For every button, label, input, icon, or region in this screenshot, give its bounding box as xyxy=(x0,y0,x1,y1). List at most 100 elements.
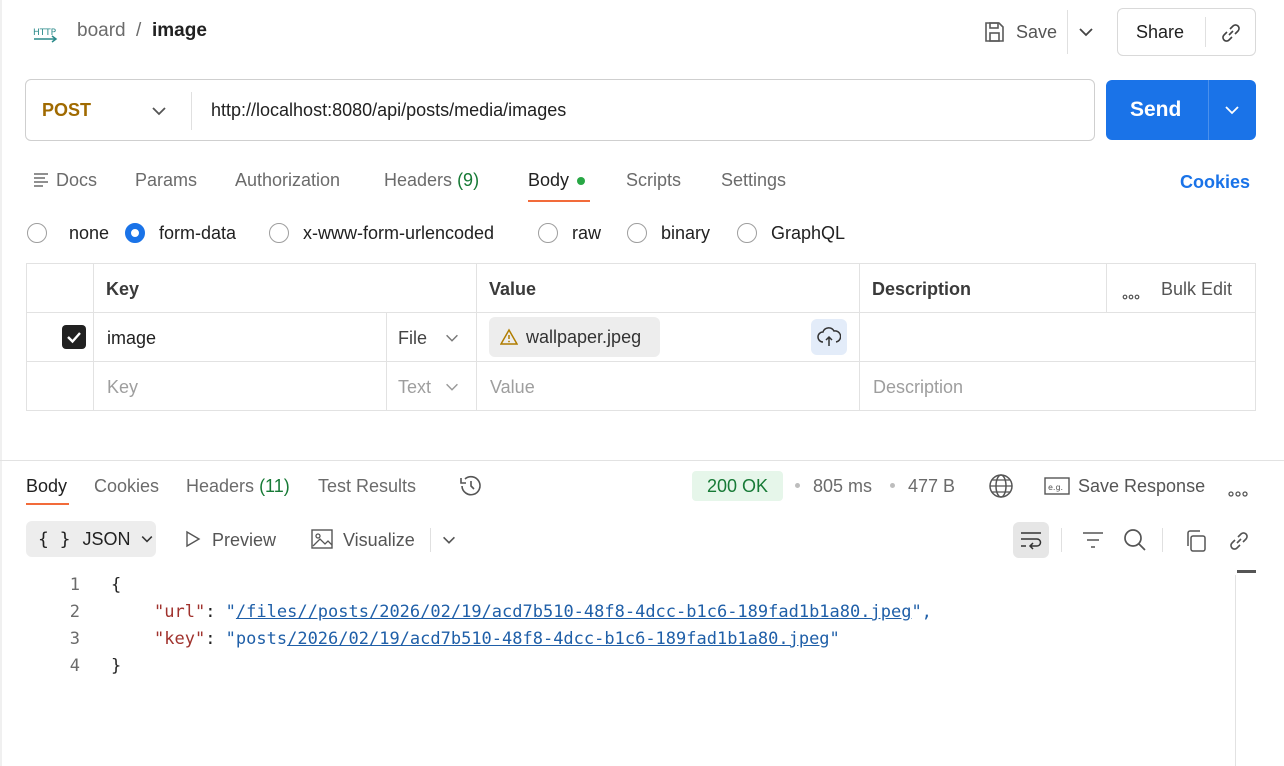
json-url-link[interactable]: /files//posts/2026/02/19/acd7b510-48f8-4… xyxy=(236,602,912,622)
radio-raw[interactable]: raw xyxy=(538,222,601,244)
code-line: "url": "/files//posts/2026/02/19/acd7b51… xyxy=(154,602,932,622)
json-value-suffix: " xyxy=(829,629,840,649)
body-modified-dot xyxy=(577,177,586,186)
link-icon[interactable] xyxy=(1226,528,1252,559)
file-chip[interactable]: wallpaper.jpeg xyxy=(489,317,660,357)
save-divider xyxy=(1067,10,1068,54)
format-select[interactable]: { } JSON xyxy=(26,521,156,557)
column-header-key: Key xyxy=(106,279,140,299)
tab-body[interactable]: Body xyxy=(528,170,586,191)
new-type-select[interactable]: Text xyxy=(398,377,431,398)
send-button[interactable]: Send xyxy=(1106,80,1256,140)
radio-none-label: none xyxy=(69,222,110,243)
visualize-chevron-icon[interactable] xyxy=(440,531,458,554)
method-select[interactable]: POST xyxy=(42,100,91,121)
radio-none-circle xyxy=(27,223,47,243)
search-icon[interactable] xyxy=(1123,528,1147,557)
breadcrumb-parent[interactable]: board xyxy=(77,20,126,42)
tab-settings[interactable]: Settings xyxy=(721,170,786,191)
send-options-chevron-icon[interactable] xyxy=(1222,100,1242,125)
json-key-url: "url" xyxy=(154,602,206,622)
format-chevron-icon xyxy=(139,531,155,547)
save-icon xyxy=(982,20,1006,44)
copy-link-icon[interactable] xyxy=(1218,20,1244,51)
save-response-icon: e.g. xyxy=(1044,476,1070,501)
column-header-value: Value xyxy=(489,279,537,299)
breadcrumb-separator: / xyxy=(136,20,142,41)
response-tab-cookies[interactable]: Cookies xyxy=(94,476,159,497)
tab-headers[interactable]: Headers (9) xyxy=(384,170,479,191)
response-tab-headers[interactable]: Headers (11) xyxy=(186,476,290,497)
new-key-input[interactable]: Key xyxy=(107,377,138,398)
radio-urlencoded-label: x-www-form-urlencoded xyxy=(303,222,495,243)
copy-icon[interactable] xyxy=(1184,529,1208,558)
url-input[interactable]: http://localhost:8080/api/posts/media/im… xyxy=(211,100,566,121)
code-line: "key": "posts/2026/02/19/acd7b510-48f8-4… xyxy=(154,629,840,649)
radio-none[interactable]: none xyxy=(27,222,109,244)
json-value-prefix: "posts xyxy=(225,629,288,649)
globe-icon[interactable] xyxy=(988,473,1014,504)
filter-icon[interactable] xyxy=(1082,530,1104,555)
tab-authorization[interactable]: Authorization xyxy=(235,170,340,191)
row-type-select[interactable]: File xyxy=(398,328,427,349)
row-key[interactable]: image xyxy=(107,328,156,349)
bulk-edit-button[interactable]: Bulk Edit xyxy=(1161,279,1232,300)
radio-urlencoded[interactable]: x-www-form-urlencoded xyxy=(269,222,494,244)
breadcrumb-current[interactable]: image xyxy=(152,20,207,42)
preview-button[interactable]: Preview xyxy=(212,530,276,551)
new-description-input[interactable]: Description xyxy=(873,377,963,398)
new-type-chevron-icon[interactable] xyxy=(443,378,461,401)
table-divider xyxy=(1106,264,1107,313)
json-key-link[interactable]: /2026/02/19/acd7b510-48f8-4dcc-b1c6-189f… xyxy=(287,629,829,649)
toolbar-divider xyxy=(1162,528,1163,552)
save-options-chevron-icon[interactable] xyxy=(1076,22,1096,47)
cookies-link[interactable]: Cookies xyxy=(1180,172,1250,193)
tab-headers-count: (9) xyxy=(457,170,480,190)
save-button[interactable]: Save xyxy=(982,14,1057,50)
upload-file-button[interactable] xyxy=(811,319,847,355)
scrollbar-track[interactable] xyxy=(1235,575,1236,766)
tab-body-underline xyxy=(528,200,590,202)
response-size[interactable]: 477 B xyxy=(908,476,955,497)
save-response-button[interactable]: Save Response xyxy=(1078,476,1205,497)
code-line: { xyxy=(111,575,122,595)
status-badge[interactable]: 200 OK xyxy=(692,471,783,501)
radio-binary[interactable]: binary xyxy=(627,222,710,244)
column-header-description: Description xyxy=(872,279,972,299)
scrollbar-thumb[interactable] xyxy=(1237,570,1256,573)
method-chevron-icon[interactable] xyxy=(149,101,169,126)
response-tab-body[interactable]: Body xyxy=(26,476,67,497)
warning-icon xyxy=(499,328,519,346)
radio-graphql-circle xyxy=(737,223,757,243)
table-divider xyxy=(386,312,387,410)
table-divider xyxy=(93,264,94,410)
tab-params[interactable]: Params xyxy=(135,170,197,191)
new-value-input[interactable]: Value xyxy=(490,377,535,398)
tab-scripts[interactable]: Scripts xyxy=(626,170,681,191)
response-more-icon[interactable] xyxy=(1228,482,1248,503)
share-label: Share xyxy=(1136,22,1185,42)
radio-form-data-circle xyxy=(125,223,145,243)
separator-dot xyxy=(795,483,800,488)
line-number: 4 xyxy=(69,656,80,676)
history-icon[interactable] xyxy=(458,474,484,503)
play-icon xyxy=(184,530,202,553)
toolbar-divider xyxy=(1061,528,1062,552)
response-time[interactable]: 805 ms xyxy=(813,476,872,497)
line-number: 1 xyxy=(69,575,80,595)
row-enabled-checkbox[interactable] xyxy=(62,325,86,349)
radio-graphql[interactable]: GraphQL xyxy=(737,222,845,244)
radio-form-data[interactable]: form-data xyxy=(125,222,236,244)
docs-icon xyxy=(33,172,49,193)
send-label: Send xyxy=(1130,98,1182,121)
wrap-lines-button[interactable] xyxy=(1013,522,1049,558)
row-type-chevron-icon[interactable] xyxy=(443,329,461,352)
more-options-icon[interactable] xyxy=(1122,285,1140,306)
tab-body-label: Body xyxy=(528,170,570,190)
http-icon: HTTP xyxy=(32,20,60,44)
visualize-button[interactable]: Visualize xyxy=(343,530,415,551)
response-tab-test-results[interactable]: Test Results xyxy=(318,476,416,497)
share-button[interactable]: Share xyxy=(1117,8,1256,56)
tab-docs[interactable]: Docs xyxy=(56,170,97,191)
radio-graphql-label: GraphQL xyxy=(771,222,846,243)
